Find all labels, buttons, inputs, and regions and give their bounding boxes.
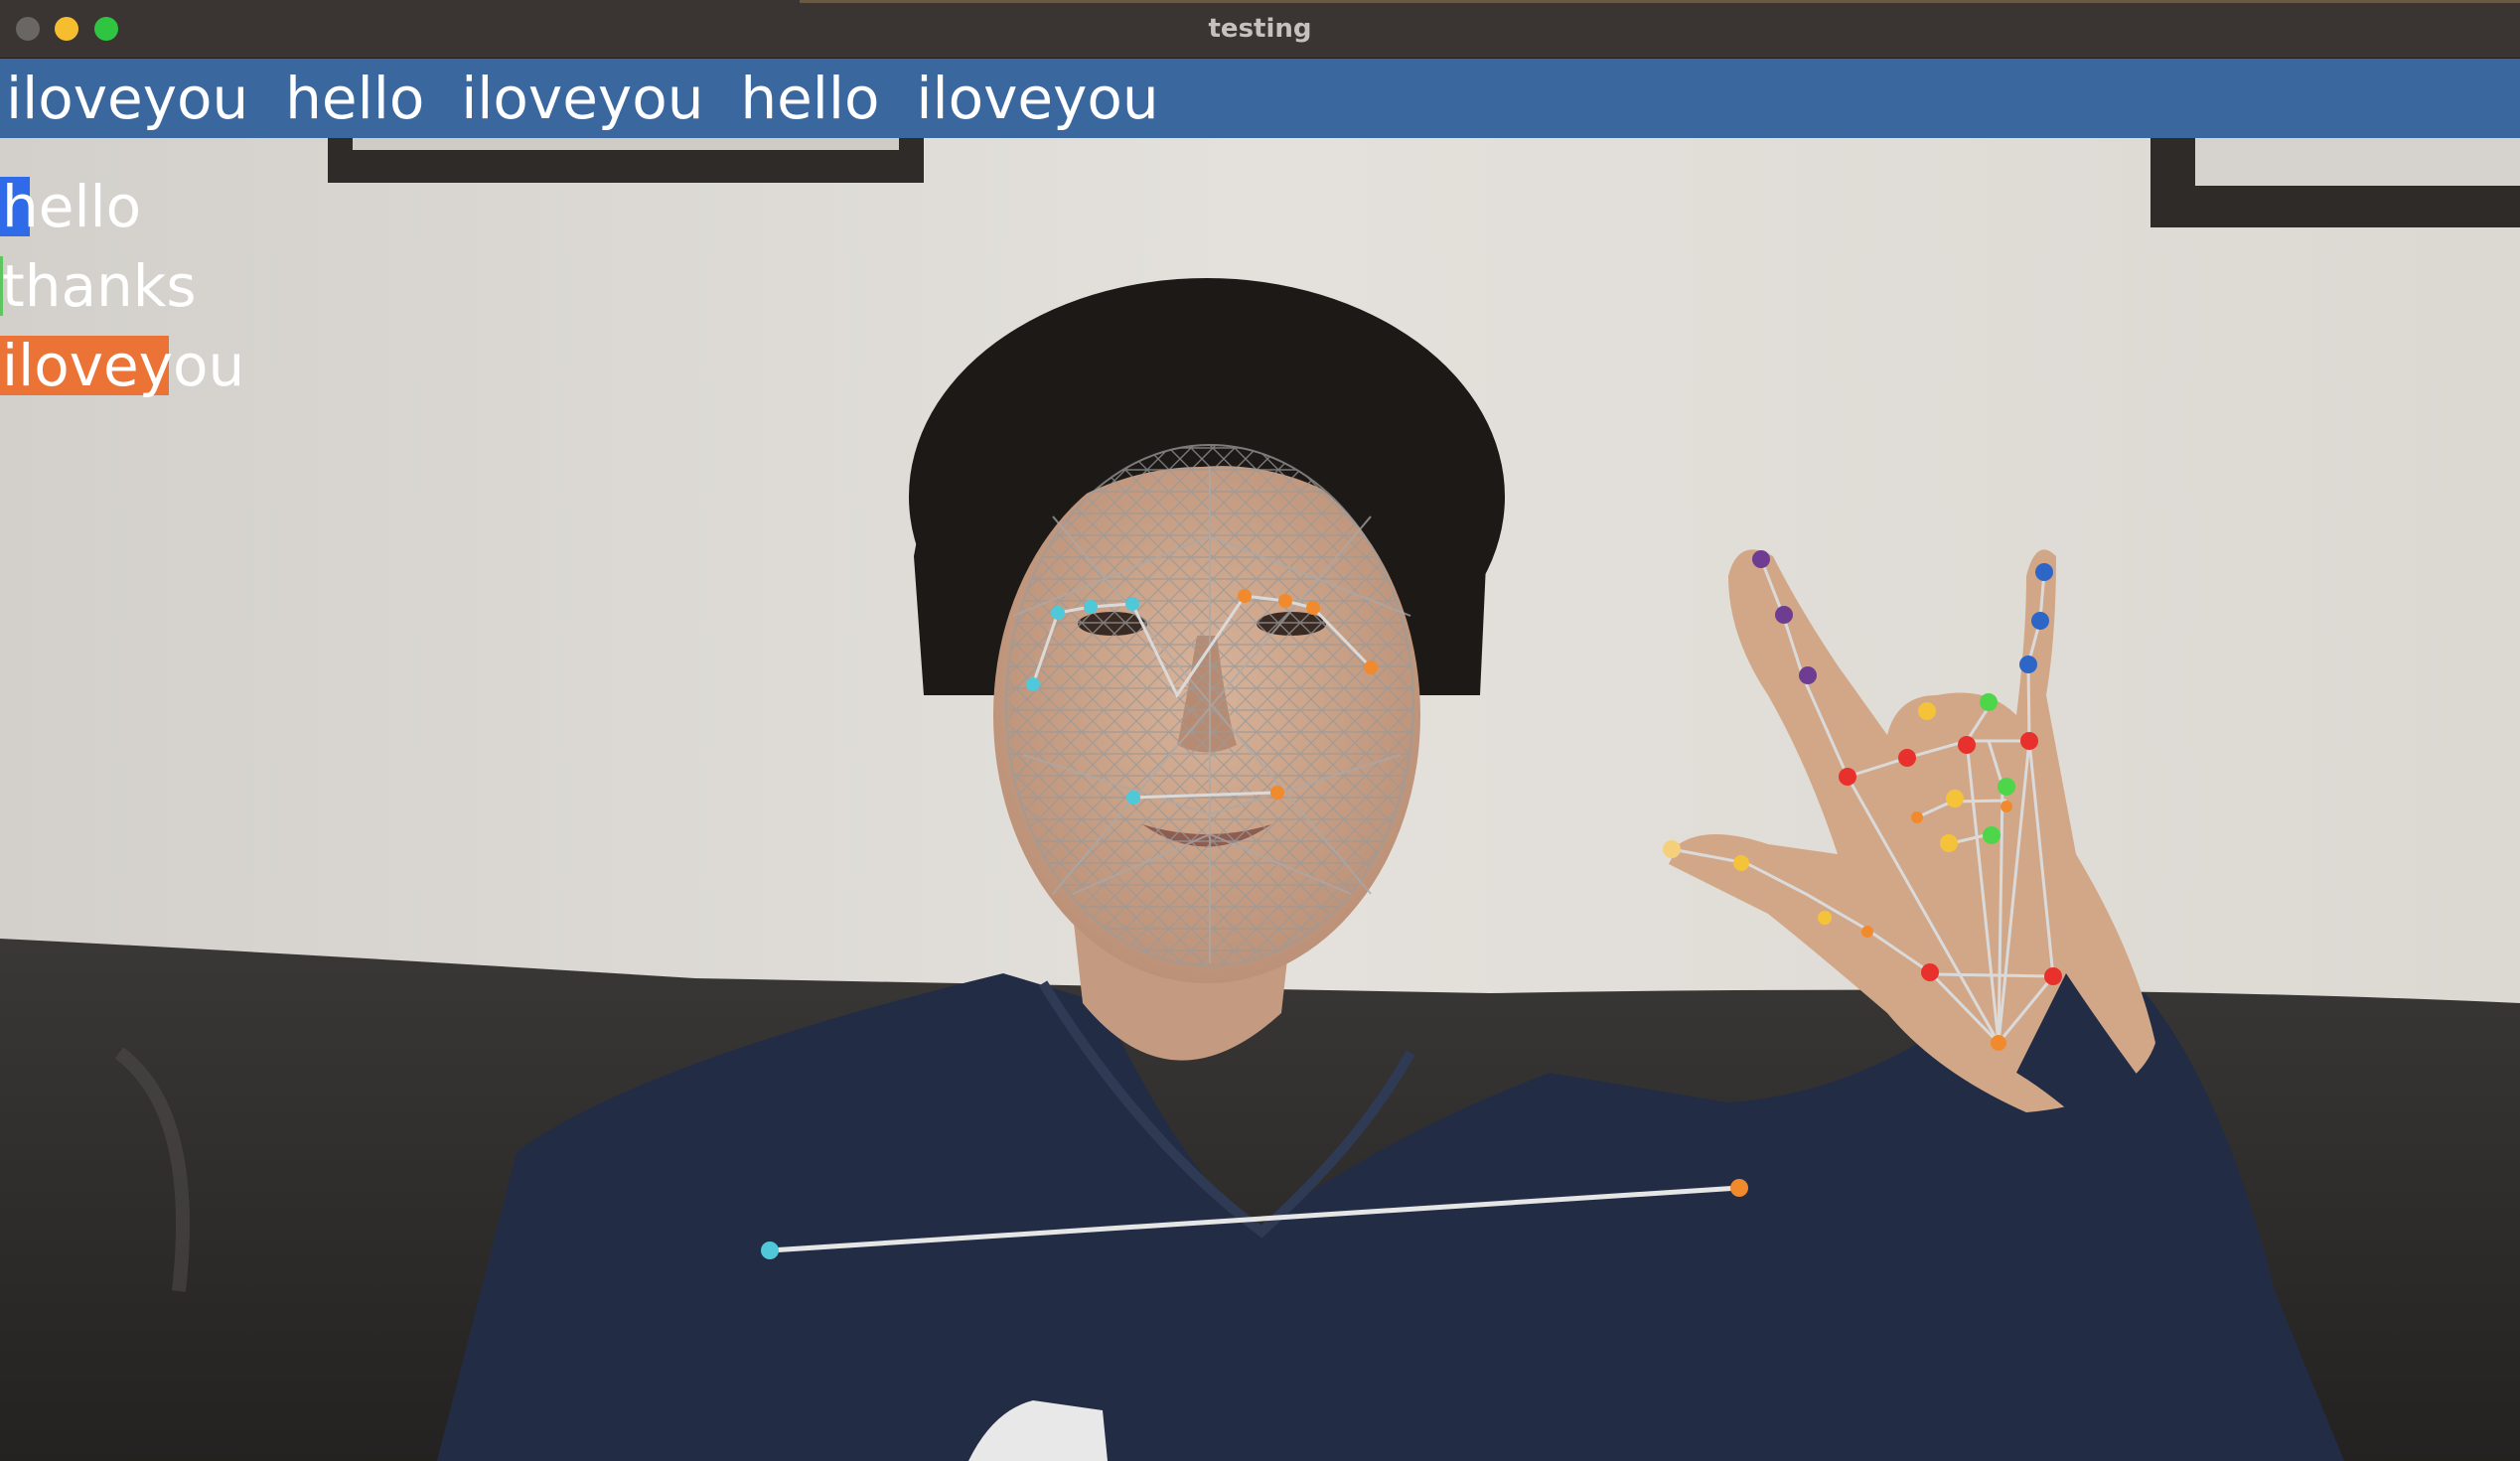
camera-feed <box>0 59 2520 1461</box>
probability-label-thanks: thanks <box>2 252 197 320</box>
face-mesh <box>1005 444 1414 966</box>
sentence-banner: iloveyou hello iloveyou hello iloveyou <box>0 59 2520 138</box>
camera-frame <box>0 59 2520 1461</box>
sentence-text: iloveyou hello iloveyou hello iloveyou <box>6 65 1159 132</box>
probability-label-hello: hello <box>2 173 142 240</box>
title-bar[interactable]: testing <box>0 0 2520 59</box>
window-title: testing <box>1208 14 1312 44</box>
app-window: testing iloveyou hello iloveyou hello il… <box>0 0 2520 1461</box>
probability-label-iloveyou: iloveyou <box>2 332 245 399</box>
